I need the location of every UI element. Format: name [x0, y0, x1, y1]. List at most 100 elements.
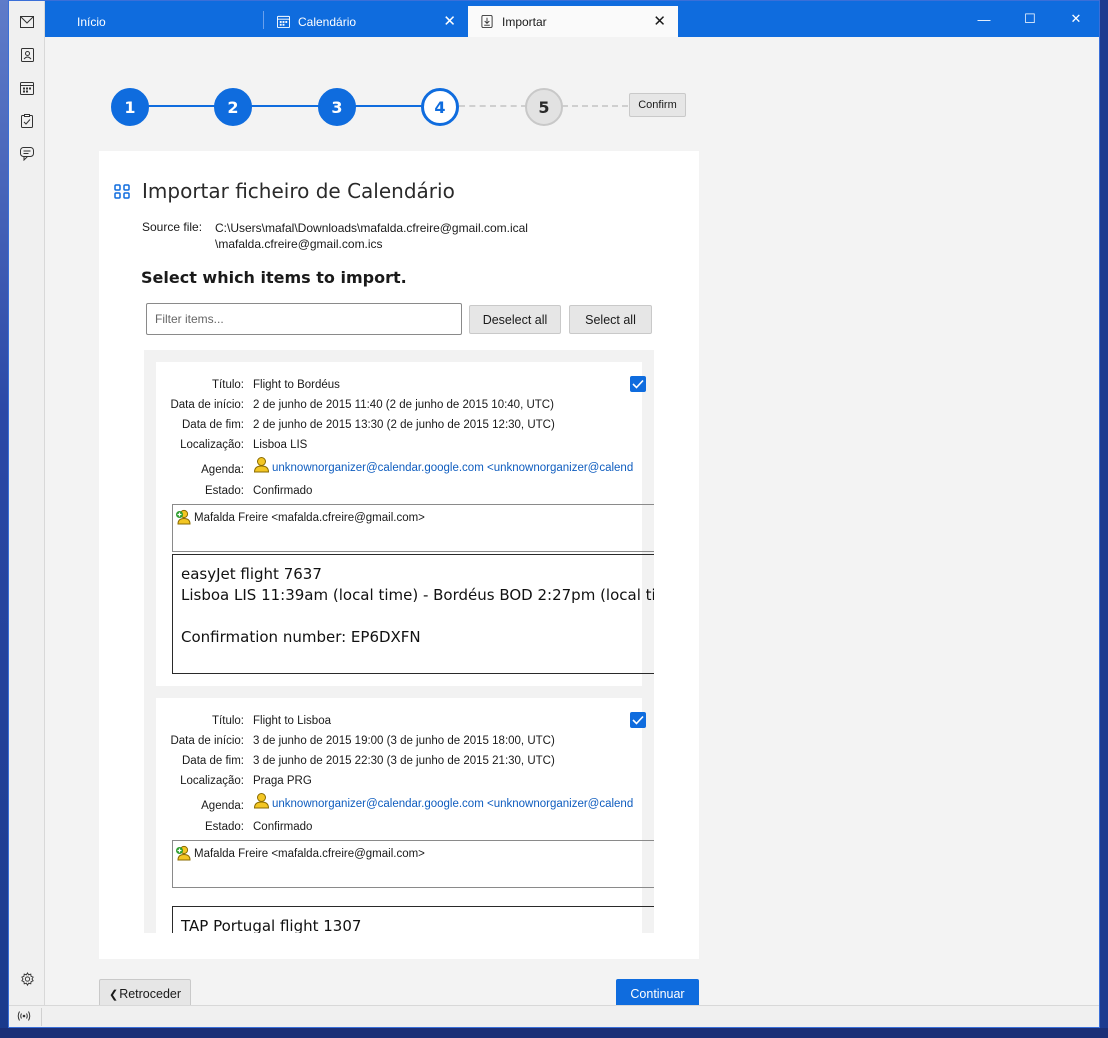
- step-connector: [459, 105, 527, 107]
- spaces-toolbar: [9, 1, 45, 1017]
- maximize-button[interactable]: ☐: [1007, 1, 1053, 37]
- item-end: 3 de junho de 2015 22:30 (3 de junho de …: [253, 755, 555, 767]
- field-label: Localização:: [180, 439, 244, 451]
- source-file-label: Source file:: [142, 220, 203, 234]
- tab-bar: Início Calendário ✕ Importar ✕ — ☐ ✕: [45, 1, 1099, 37]
- source-file-line: \mafalda.cfreire@gmail.com.ics: [215, 237, 383, 251]
- page-title: Importar ficheiro de Calendário: [142, 179, 455, 203]
- description-line: Confirmation number: EP6DXFN: [181, 628, 421, 646]
- item-description: TAP Portugal flight 1307: [172, 906, 654, 933]
- confirm-step-button[interactable]: Confirm: [629, 93, 686, 117]
- step-connector: [251, 105, 321, 107]
- deselect-all-button[interactable]: Deselect all: [469, 305, 561, 334]
- item-fields: Título: Flight to Lisboa Data de início:…: [156, 712, 642, 838]
- settings-icon[interactable]: [19, 971, 35, 987]
- import-card: Importar ficheiro de Calendário Source f…: [99, 151, 699, 959]
- online-status-icon[interactable]: [17, 1009, 31, 1023]
- app-window: Início Calendário ✕ Importar ✕ — ☐ ✕ 1 2…: [8, 0, 1100, 1028]
- item-organizer: unknownorganizer@calendar.google.com <un…: [253, 792, 633, 810]
- field-row: Estado: Confirmado: [156, 482, 642, 502]
- list-item: Título: Flight to Bordéus Data de início…: [156, 362, 654, 686]
- step-1: 1: [111, 88, 149, 126]
- field-label: Data de início:: [170, 735, 244, 747]
- calendar-icon: [276, 15, 290, 29]
- status-separator: [41, 1008, 42, 1026]
- field-label: Agenda:: [201, 800, 244, 812]
- source-file-line: C:\Users\mafal\Downloads\mafalda.cfreire…: [215, 221, 528, 235]
- field-row: Data de início: 3 de junho de 2015 19:00…: [156, 732, 642, 752]
- field-row: Título: Flight to Bordéus: [156, 376, 642, 396]
- import-icon: [480, 15, 494, 29]
- step-connector: [355, 105, 425, 107]
- item-location: Praga PRG: [253, 775, 312, 787]
- description-line: Lisboa LIS 11:39am (local time) - Bordéu…: [181, 586, 654, 604]
- attendees-box: Mafalda Freire <mafalda.cfreire@gmail.co…: [172, 504, 654, 552]
- grid-icon: [114, 183, 132, 201]
- attendee-name: Mafalda Freire <mafalda.cfreire@gmail.co…: [194, 511, 425, 524]
- mail-icon[interactable]: [19, 14, 35, 30]
- description-line: TAP Portugal flight 1307: [181, 917, 362, 933]
- field-label: Estado:: [205, 485, 244, 497]
- window-controls: — ☐ ✕: [961, 1, 1099, 37]
- field-row: Data de início: 2 de junho de 2015 11:40…: [156, 396, 642, 416]
- calendar-icon[interactable]: [19, 80, 35, 96]
- tab-calendario[interactable]: Calendário ✕: [264, 6, 468, 37]
- address-book-icon[interactable]: [19, 47, 35, 63]
- items-list[interactable]: Título: Flight to Bordéus Data de início…: [144, 350, 654, 933]
- tab-label: Início: [77, 14, 106, 29]
- attendee-name: Mafalda Freire <mafalda.cfreire@gmail.co…: [194, 847, 425, 860]
- step-5: 5: [525, 88, 563, 126]
- list-item: Título: Flight to Lisboa Data de início:…: [156, 698, 654, 933]
- chat-icon[interactable]: [19, 146, 35, 162]
- field-label: Data de início:: [170, 399, 244, 411]
- step-connector: [562, 105, 628, 107]
- step-2: 2: [214, 88, 252, 126]
- tab-inicio[interactable]: Início: [45, 6, 263, 37]
- close-window-button[interactable]: ✕: [1053, 1, 1099, 37]
- field-label: Data de fim:: [182, 755, 244, 767]
- attendee: Mafalda Freire <mafalda.cfreire@gmail.co…: [175, 845, 425, 862]
- item-description: easyJet flight 7637 Lisboa LIS 11:39am (…: [172, 554, 654, 674]
- attendee: Mafalda Freire <mafalda.cfreire@gmail.co…: [175, 509, 425, 526]
- back-arrow-icon: ❮: [108, 988, 119, 1001]
- step-connector: [148, 105, 216, 107]
- item-title: Flight to Bordéus: [253, 379, 340, 391]
- item-start: 3 de junho de 2015 19:00 (3 de junho de …: [253, 735, 555, 747]
- close-icon[interactable]: ✕: [653, 14, 666, 29]
- step-3: 3: [318, 88, 356, 126]
- attendees-box: Mafalda Freire <mafalda.cfreire@gmail.co…: [172, 840, 654, 888]
- item-status: Confirmado: [253, 821, 313, 833]
- filter-input[interactable]: [146, 303, 462, 335]
- field-row: Agenda: unknownorganizer@calendar.google…: [156, 456, 642, 482]
- field-row: Localização: Lisboa LIS: [156, 436, 642, 456]
- field-row: Data de fim: 3 de junho de 2015 22:30 (3…: [156, 752, 642, 772]
- step-4: 4: [421, 88, 459, 126]
- item-start: 2 de junho de 2015 11:40 (2 de junho de …: [253, 399, 554, 411]
- tab-label: Importar: [502, 14, 547, 29]
- item-status: Confirmado: [253, 485, 313, 497]
- organizer-icon: [253, 792, 270, 809]
- field-label: Título:: [212, 379, 244, 391]
- field-label: Estado:: [205, 821, 244, 833]
- item-organizer: unknownorganizer@calendar.google.com <un…: [253, 456, 633, 474]
- field-row: Estado: Confirmado: [156, 818, 642, 838]
- field-row: Localização: Praga PRG: [156, 772, 642, 792]
- organizer-link[interactable]: unknownorganizer@calendar.google.com <un…: [272, 798, 633, 810]
- tasks-icon[interactable]: [19, 113, 35, 129]
- status-bar: [9, 1005, 1099, 1027]
- item-location: Lisboa LIS: [253, 439, 308, 451]
- description-line: easyJet flight 7637: [181, 565, 322, 583]
- organizer-link[interactable]: unknownorganizer@calendar.google.com <un…: [272, 462, 633, 474]
- tab-label: Calendário: [298, 14, 357, 29]
- minimize-button[interactable]: —: [961, 1, 1007, 37]
- attendee-icon: [175, 509, 192, 526]
- select-all-button[interactable]: Select all: [569, 305, 652, 334]
- close-icon[interactable]: ✕: [443, 14, 456, 29]
- tab-importar[interactable]: Importar ✕: [468, 6, 678, 37]
- select-heading: Select which items to import.: [141, 268, 407, 287]
- field-label: Agenda:: [201, 464, 244, 476]
- source-file-path: C:\Users\mafal\Downloads\mafalda.cfreire…: [215, 220, 575, 252]
- field-label: Localização:: [180, 775, 244, 787]
- item-title: Flight to Lisboa: [253, 715, 331, 727]
- field-label: Data de fim:: [182, 419, 244, 431]
